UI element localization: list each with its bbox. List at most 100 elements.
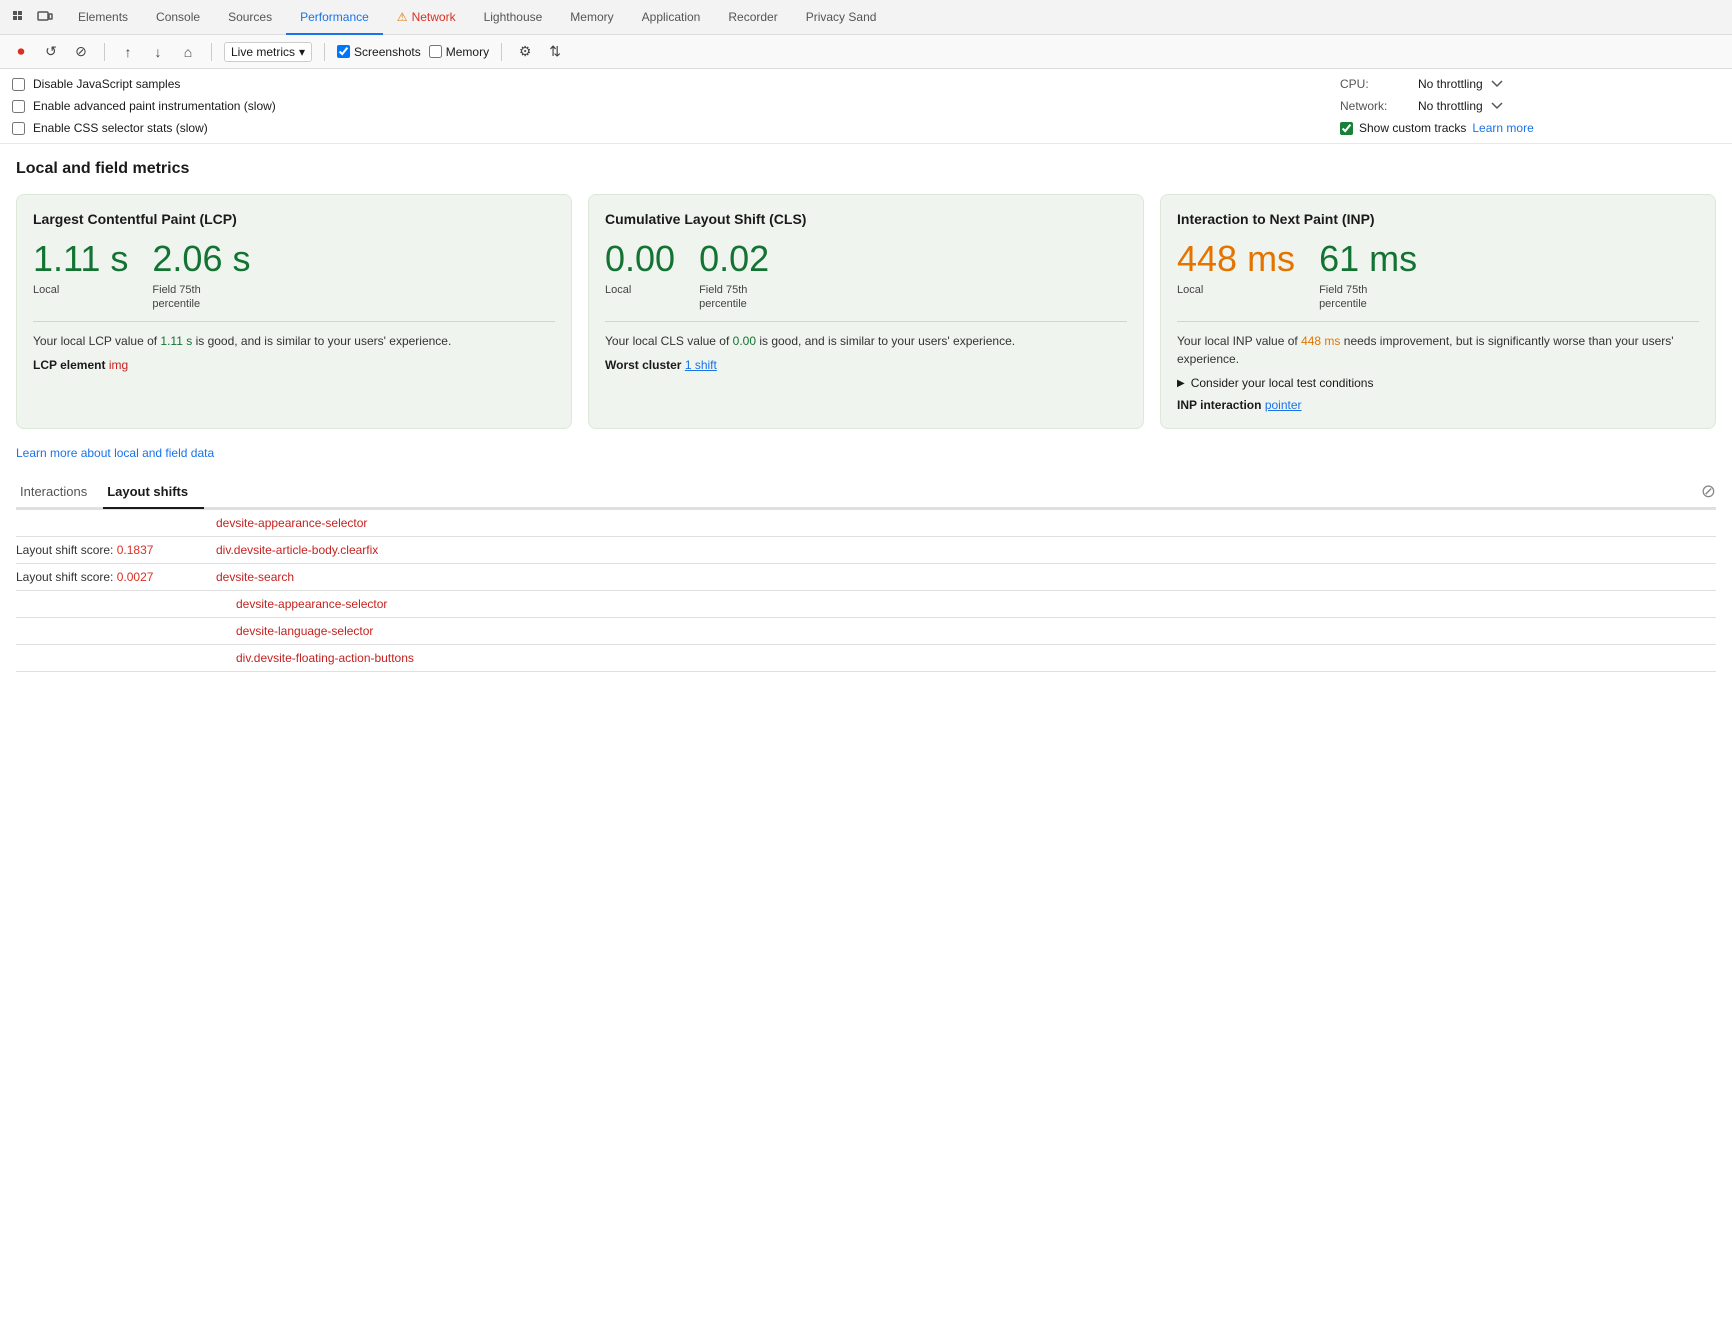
enable-css-selector-label[interactable]: Enable CSS selector stats (slow) — [12, 121, 276, 135]
tab-elements[interactable]: Elements — [64, 0, 142, 35]
metric-card-1: Cumulative Layout Shift (CLS) 0.00 Local… — [588, 194, 1144, 429]
settings-row: Disable JavaScript samples Enable advanc… — [0, 69, 1732, 144]
metric-detail-0: LCP element img — [33, 358, 555, 372]
settings-right: CPU: No throttling Network: No throttlin… — [1340, 77, 1720, 135]
enable-advanced-paint-label[interactable]: Enable advanced paint instrumentation (s… — [12, 99, 276, 113]
live-metrics-dropdown[interactable]: Live metrics ▾ — [224, 42, 312, 62]
screenshots-checkbox[interactable] — [337, 45, 350, 58]
inp-interaction-label: INP interaction — [1177, 398, 1261, 412]
clear-button[interactable]: ⊘ — [70, 41, 92, 63]
local-value-block-2: 448 ms Local — [1177, 239, 1295, 311]
triangle-icon: ▶ — [1177, 378, 1185, 389]
cpu-dropdown[interactable] — [1491, 78, 1503, 90]
cursor-icon[interactable] — [8, 6, 30, 28]
screenshots-checkbox-label[interactable]: Screenshots — [337, 45, 421, 59]
live-metrics-label: Live metrics — [231, 45, 295, 59]
metric-desc-2: Your local INP value of 448 ms needs imp… — [1177, 332, 1699, 368]
devtools-icons — [8, 6, 56, 28]
local-value-block-1: 0.00 Local — [605, 239, 675, 311]
metric-title-1: Cumulative Layout Shift (CLS) — [605, 211, 1127, 227]
network-dropdown[interactable] — [1491, 100, 1503, 112]
local-value-0: 1.11 s — [33, 239, 128, 279]
layout-shifts-list: devsite-appearance-selector Layout shift… — [16, 509, 1716, 672]
lcp-element-value[interactable]: img — [109, 358, 128, 372]
shift-score-2: 0.0027 — [117, 570, 154, 584]
field-value-2: 61 ms — [1319, 239, 1417, 279]
shift-item-2: Layout shift score: 0.0027 devsite-searc… — [16, 564, 1716, 591]
collapsible-row[interactable]: ▶ Consider your local test conditions — [1177, 376, 1699, 390]
metric-values-2: 448 ms Local 61 ms Field 75th percentile — [1177, 239, 1699, 311]
tab-application[interactable]: Application — [628, 0, 715, 35]
disable-js-samples-checkbox[interactable] — [12, 78, 25, 91]
shift-selector-3[interactable]: devsite-appearance-selector — [236, 597, 387, 611]
dropdown-arrow-icon: ▾ — [299, 45, 305, 59]
cpu-throttle-row: CPU: No throttling — [1340, 77, 1720, 91]
home-button[interactable]: ⌂ — [177, 41, 199, 63]
disable-js-samples-label[interactable]: Disable JavaScript samples — [12, 77, 276, 91]
metrics-grid: Largest Contentful Paint (LCP) 1.11 s Lo… — [16, 194, 1716, 429]
record-button[interactable]: ⏺ — [10, 41, 32, 63]
download-button[interactable]: ↓ — [147, 41, 169, 63]
device-toolbar-icon[interactable] — [34, 6, 56, 28]
tab-sources[interactable]: Sources — [214, 0, 286, 35]
separator-4 — [501, 43, 502, 61]
local-label-2: Local — [1177, 283, 1295, 297]
sub-tabs: Interactions Layout shifts ⊘ — [16, 476, 1716, 509]
field-label-1: Field 75th percentile — [699, 283, 769, 312]
desc-val-0: 1.11 s — [160, 334, 192, 348]
metric-divider-0 — [33, 321, 555, 322]
enable-css-selector-checkbox[interactable] — [12, 122, 25, 135]
metric-detail-1: Worst cluster 1 shift — [605, 358, 1127, 372]
shift-label-1: Layout shift score: 0.1837 — [16, 543, 216, 557]
custom-tracks-checkbox[interactable] — [1340, 122, 1353, 135]
metric-card-0: Largest Contentful Paint (LCP) 1.11 s Lo… — [16, 194, 572, 429]
field-value-1: 0.02 — [699, 239, 769, 279]
more-button[interactable]: ⇅ — [544, 41, 566, 63]
inp-interaction-link[interactable]: pointer — [1265, 398, 1302, 412]
tab-list: ElementsConsoleSourcesPerformance⚠Networ… — [64, 0, 890, 34]
tab-layout-shifts[interactable]: Layout shifts — [103, 476, 204, 509]
main-content: Local and field metrics Largest Contentf… — [0, 144, 1732, 688]
tab-memory[interactable]: Memory — [556, 0, 627, 35]
shift-selector-1[interactable]: div.devsite-article-body.clearfix — [216, 543, 378, 557]
tab-lighthouse[interactable]: Lighthouse — [470, 0, 557, 35]
tab-privacy-sand[interactable]: Privacy Sand — [792, 0, 891, 35]
metric-desc-1: Your local CLS value of 0.00 is good, an… — [605, 332, 1127, 350]
field-label-0: Field 75th percentile — [152, 283, 250, 312]
tab-performance[interactable]: Performance — [286, 0, 383, 35]
tab-recorder[interactable]: Recorder — [714, 0, 791, 35]
shift-selector-0[interactable]: devsite-appearance-selector — [216, 516, 367, 530]
memory-checkbox[interactable] — [429, 45, 442, 58]
memory-checkbox-label[interactable]: Memory — [429, 45, 489, 59]
screenshots-label: Screenshots — [354, 45, 421, 59]
enable-css-selector-text: Enable CSS selector stats (slow) — [33, 121, 208, 135]
tab-console[interactable]: Console — [142, 0, 214, 35]
separator-2 — [211, 43, 212, 61]
shift-selector-2[interactable]: devsite-search — [216, 570, 294, 584]
no-entry-icon[interactable]: ⊘ — [1701, 481, 1716, 502]
metric-title-2: Interaction to Next Paint (INP) — [1177, 211, 1699, 227]
worst-cluster-label: Worst cluster — [605, 358, 681, 372]
local-value-2: 448 ms — [1177, 239, 1295, 279]
network-value: No throttling — [1418, 99, 1483, 113]
settings-button[interactable]: ⚙ — [514, 41, 536, 63]
tab-interactions[interactable]: Interactions — [16, 476, 103, 509]
shift-item-5: div.devsite-floating-action-buttons — [16, 645, 1716, 672]
shift-item-4: devsite-language-selector — [16, 618, 1716, 645]
disable-js-samples-text: Disable JavaScript samples — [33, 77, 180, 91]
shift-selector-4[interactable]: devsite-language-selector — [236, 624, 373, 638]
shift-item-3: devsite-appearance-selector — [16, 591, 1716, 618]
metric-values-1: 0.00 Local 0.02 Field 75th percentile — [605, 239, 1127, 311]
upload-button[interactable]: ↑ — [117, 41, 139, 63]
learn-more-custom-tracks-link[interactable]: Learn more — [1472, 121, 1533, 135]
collapsible-label: Consider your local test conditions — [1191, 376, 1374, 390]
shift-selector-5[interactable]: div.devsite-floating-action-buttons — [236, 651, 414, 665]
reload-record-button[interactable]: ↺ — [40, 41, 62, 63]
enable-advanced-paint-checkbox[interactable] — [12, 100, 25, 113]
worst-cluster-link[interactable]: 1 shift — [685, 358, 717, 372]
tab-network[interactable]: ⚠Network — [383, 0, 470, 35]
cpu-label: CPU: — [1340, 77, 1410, 91]
learn-more-field-data-link[interactable]: Learn more about local and field data — [16, 446, 214, 460]
section-title: Local and field metrics — [16, 160, 1716, 178]
desc-val-1: 0.00 — [733, 334, 756, 348]
